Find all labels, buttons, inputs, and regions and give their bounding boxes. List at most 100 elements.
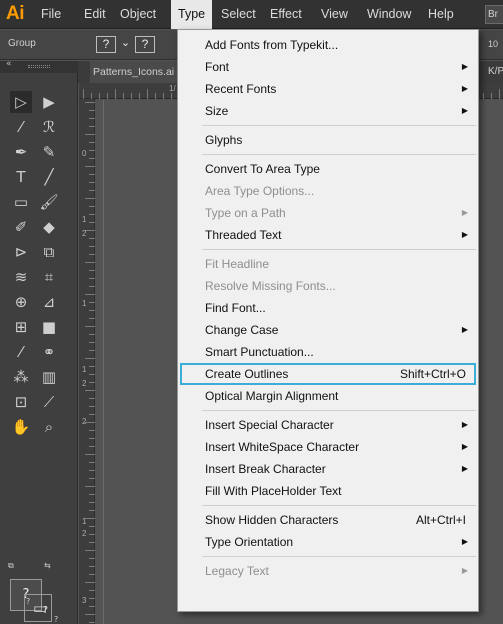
swap-colors-icon[interactable]: ⇆	[44, 561, 51, 570]
ruler-tick	[499, 89, 500, 99]
ruler-tick	[85, 486, 95, 487]
menu-item-resolve-missing-fonts[interactable]: Resolve Missing Fonts...	[178, 275, 478, 297]
type-tool-icon[interactable]: T	[10, 166, 32, 188]
blend-tool-icon[interactable]: ⚭	[38, 341, 60, 363]
menu-select[interactable]: Select	[214, 0, 263, 29]
menu-item-legacy-text[interactable]: Legacy Text ▶	[178, 560, 478, 582]
magic-wand-tool-icon[interactable]: ⁄	[10, 116, 32, 138]
menu-item-fit-headline[interactable]: Fit Headline	[178, 253, 478, 275]
menu-item-label: Smart Punctuation...	[205, 345, 314, 359]
ruler-tick	[89, 526, 95, 527]
ruler-tick	[85, 390, 95, 391]
menu-item-threaded-text[interactable]: Threaded Text ▶	[178, 224, 478, 246]
menu-help[interactable]: Help	[421, 0, 461, 29]
ruler-tick	[89, 318, 95, 319]
scale-tool-icon[interactable]: ⧉	[38, 241, 60, 263]
curvature-tool-icon[interactable]: ✎	[38, 141, 60, 163]
ruler-tick	[89, 366, 95, 367]
ruler-tick	[99, 93, 100, 99]
ruler-tick	[89, 310, 95, 311]
menu-item-show-hidden-characters[interactable]: Show Hidden Characters Alt+Ctrl+I	[178, 509, 478, 531]
menu-separator	[202, 505, 476, 506]
shape-builder-tool-icon[interactable]: ⊕	[10, 291, 32, 313]
paintbrush-tool-icon[interactable]: 🖌	[38, 191, 60, 213]
menu-item-glyphs[interactable]: Glyphs	[178, 129, 478, 151]
menu-item-recent-fonts[interactable]: Recent Fonts ▶	[178, 78, 478, 100]
document-tab[interactable]: Patterns_Icons.ai	[90, 61, 178, 83]
menu-item-add-fonts-from-typekit[interactable]: Add Fonts from Typekit...	[178, 34, 478, 56]
menu-item-type-orientation[interactable]: Type Orientation ▶	[178, 531, 478, 553]
menu-item-change-case[interactable]: Change Case ▶	[178, 319, 478, 341]
app-logo: Ai	[6, 3, 25, 24]
ruler-tick	[89, 414, 95, 415]
submenu-arrow-icon: ▶	[461, 84, 468, 93]
menu-item-label: Insert WhiteSpace Character	[205, 440, 360, 454]
direct-selection-tool-icon[interactable]: ▶	[38, 91, 60, 113]
menu-bar: Ai File Edit Object Type Select Effect V…	[0, 0, 503, 29]
gradient-mode-icon[interactable]: ?	[54, 615, 58, 624]
menu-item-smart-punctuation[interactable]: Smart Punctuation...	[178, 341, 478, 363]
menu-file[interactable]: File	[34, 0, 68, 29]
eyedropper-tool-icon[interactable]: ⁄	[10, 341, 32, 363]
menu-item-label: Insert Break Character	[205, 462, 326, 476]
menu-view[interactable]: View	[314, 0, 355, 29]
lasso-tool-icon[interactable]: ℛ	[38, 116, 60, 138]
shaper-tool-icon[interactable]: ✐	[10, 216, 32, 238]
menu-item-font[interactable]: Font ▶	[178, 56, 478, 78]
ruler-tick	[89, 222, 95, 223]
menu-effect[interactable]: Effect	[263, 0, 309, 29]
ruler-tick	[89, 190, 95, 191]
zoom-tool-icon[interactable]: ⌕	[38, 416, 60, 438]
menu-item-insert-special-character[interactable]: Insert Special Character ▶	[178, 414, 478, 436]
rotate-tool-icon[interactable]: ⊳	[10, 241, 32, 263]
vertical-ruler[interactable]: 0 1 2 1 1 2 2 1 2 3	[79, 99, 95, 624]
menu-item-convert-to-area-type[interactable]: Convert To Area Type	[178, 158, 478, 180]
menu-window[interactable]: Window	[360, 0, 418, 29]
hand-tool-icon[interactable]: ✋	[10, 416, 32, 438]
eraser-tool-icon[interactable]: ◆	[38, 216, 60, 238]
menu-item-insert-break-character[interactable]: Insert Break Character ▶	[178, 458, 478, 480]
gradient-tool-icon[interactable]: ■	[38, 316, 60, 338]
menu-item-shortcut: Alt+Ctrl+I	[415, 513, 466, 527]
menu-item-label: Threaded Text	[205, 228, 282, 242]
bridge-button[interactable]: Br	[485, 5, 503, 24]
menu-item-area-type-options[interactable]: Area Type Options...	[178, 180, 478, 202]
menu-separator	[202, 154, 476, 155]
ruler-tick	[89, 622, 95, 623]
menu-edit[interactable]: Edit	[77, 0, 113, 29]
mesh-tool-icon[interactable]: ⊞	[10, 316, 32, 338]
width-tool-icon[interactable]: ≋	[10, 266, 32, 288]
symbol-sprayer-tool-icon[interactable]: ⁂	[10, 366, 32, 388]
menu-item-optical-margin-alignment[interactable]: Optical Margin Alignment	[178, 385, 478, 407]
menu-item-insert-whitespace-character[interactable]: Insert WhiteSpace Character ▶	[178, 436, 478, 458]
collapse-panel-icon[interactable]: «	[6, 59, 12, 69]
change-screen-mode-icon[interactable]: ▭	[26, 597, 54, 619]
slice-tool-icon[interactable]: ⟋	[38, 391, 60, 413]
pen-tool-icon[interactable]: ✒	[10, 141, 32, 163]
tools-panel-header[interactable]: «	[0, 59, 78, 73]
ruler-tick	[89, 246, 95, 247]
stroke-color-box[interactable]: ?	[135, 36, 155, 53]
default-colors-icon[interactable]: ⧉	[8, 561, 14, 571]
free-transform-tool-icon[interactable]: ⌗	[38, 266, 60, 288]
control-value: 10	[488, 39, 499, 49]
artboard-tool-icon[interactable]: ⊡	[10, 391, 32, 413]
ruler-tick	[483, 93, 484, 99]
panel-grip-icon[interactable]	[28, 65, 50, 68]
fill-dropdown-icon[interactable]: ⌄	[118, 36, 133, 53]
column-graph-tool-icon[interactable]: ▥	[38, 366, 60, 388]
menu-item-size[interactable]: Size ▶	[178, 100, 478, 122]
document-tab-right[interactable]: K/P	[488, 61, 503, 83]
ruler-label: 1	[82, 517, 87, 526]
menu-object[interactable]: Object	[113, 0, 163, 29]
menu-item-create-outlines[interactable]: Create Outlines Shift+Ctrl+O	[180, 363, 476, 385]
perspective-grid-tool-icon[interactable]: ⊿	[38, 291, 60, 313]
line-segment-tool-icon[interactable]: ╱	[38, 166, 60, 188]
menu-item-find-font[interactable]: Find Font...	[178, 297, 478, 319]
selection-tool-icon[interactable]: ▷	[10, 91, 32, 113]
rectangle-tool-icon[interactable]: ▭	[10, 191, 32, 213]
menu-type[interactable]: Type	[171, 0, 213, 29]
menu-item-type-on-a-path[interactable]: Type on a Path ▶	[178, 202, 478, 224]
menu-item-fill-with-placeholder-text[interactable]: Fill With PlaceHolder Text	[178, 480, 478, 502]
fill-color-box[interactable]: ?	[96, 36, 116, 53]
